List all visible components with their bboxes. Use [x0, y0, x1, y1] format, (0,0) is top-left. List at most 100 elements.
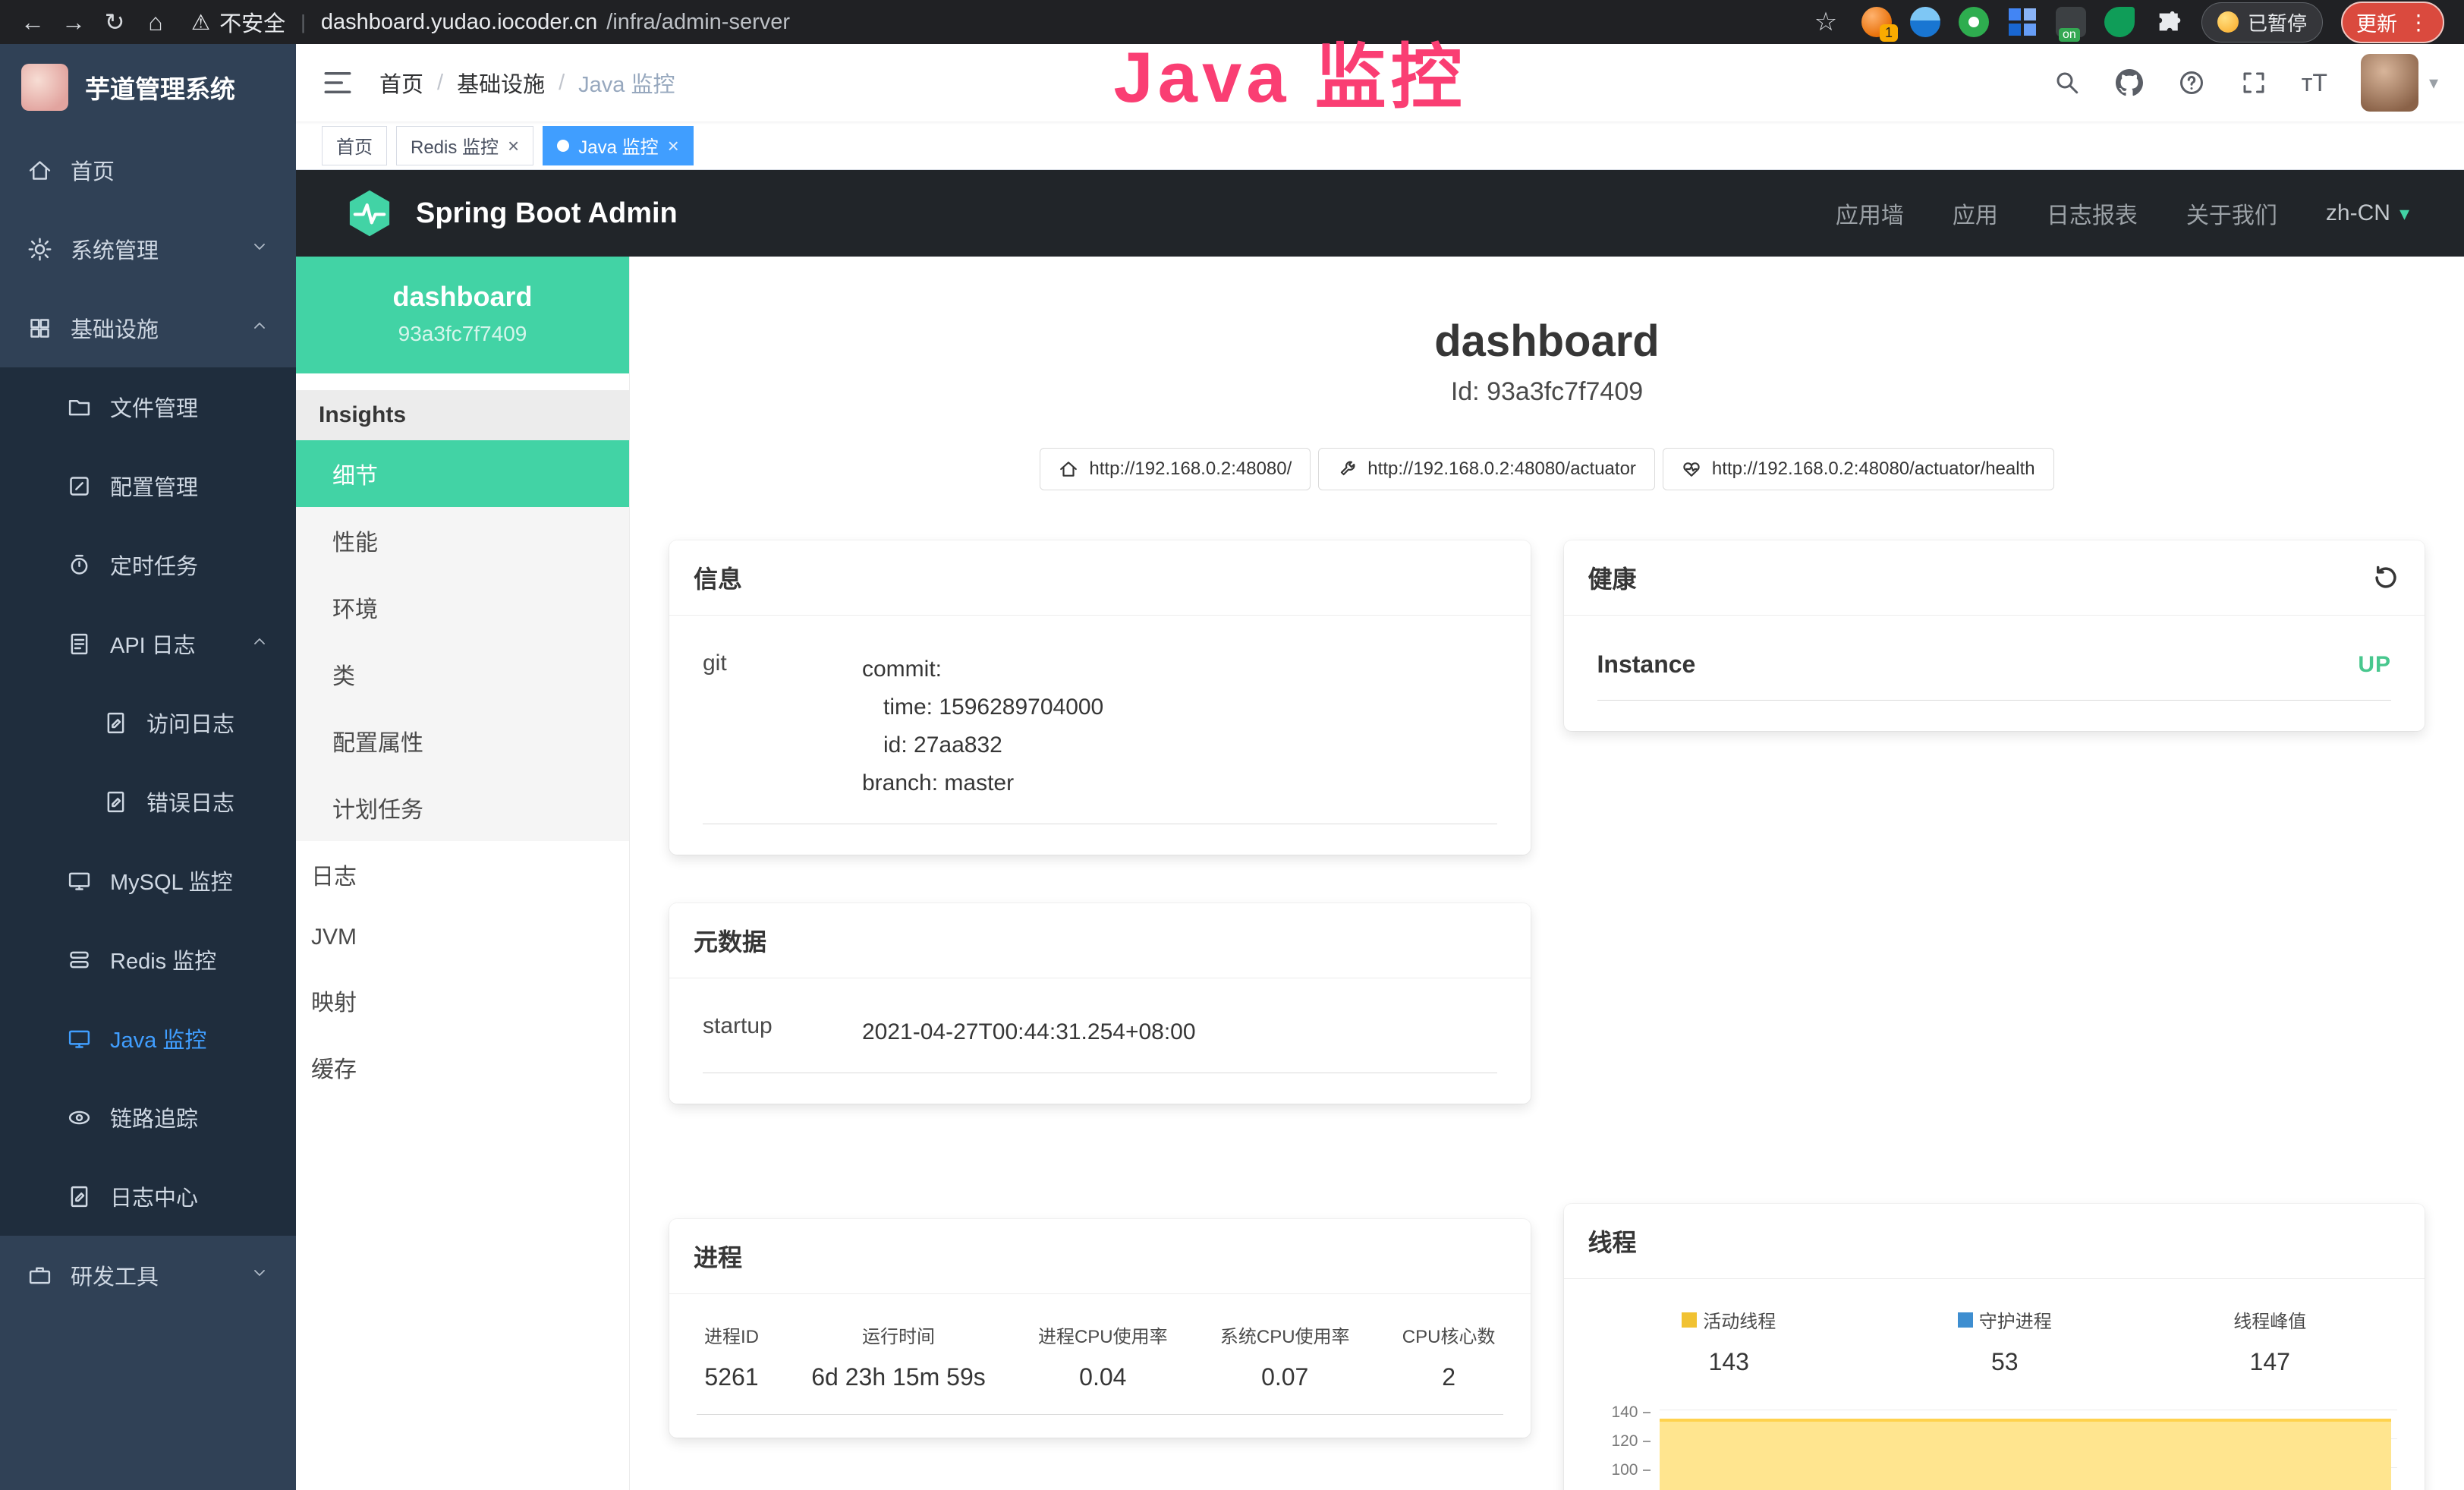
- sidebar-item-error-logs[interactable]: 错误日志: [0, 762, 296, 841]
- sidebar-item-label: Redis 监控: [110, 943, 216, 975]
- process-stats-row: 进程ID 5261 运行时间 6d 23h 15m 59s: [697, 1321, 1503, 1415]
- app-logo-row[interactable]: 芋道管理系统: [0, 44, 296, 131]
- extension-orange-icon[interactable]: 1: [1861, 7, 1892, 37]
- sba-menu-details[interactable]: 细节: [296, 440, 629, 507]
- chevron-down-icon: [250, 237, 269, 262]
- instance-home-link[interactable]: http://192.168.0.2:48080/: [1040, 448, 1311, 490]
- wrench-icon: [1337, 459, 1357, 479]
- stat-value: 0.07: [1220, 1363, 1350, 1391]
- sba-menu-mappings[interactable]: 映射: [296, 967, 629, 1034]
- close-icon[interactable]: ×: [668, 136, 679, 156]
- security-label: 不安全: [219, 6, 285, 38]
- legend-daemon-threads: 守护进程 53: [1958, 1306, 2052, 1376]
- forward-button[interactable]: →: [56, 8, 91, 36]
- folder-icon: [67, 395, 92, 420]
- history-icon[interactable]: [2371, 563, 2400, 592]
- browser-home-button[interactable]: ⌂: [138, 8, 173, 36]
- fullscreen-icon[interactable]: [2239, 68, 2268, 97]
- sidebar-item-label: MySQL 监控: [110, 865, 233, 896]
- sba-nav-about[interactable]: 关于我们: [2186, 197, 2277, 230]
- sidebar-item-infrastructure[interactable]: 基础设施: [0, 288, 296, 367]
- browser-right-cluster: ☆ 1 on 已暂停 更新 ⋮: [1808, 2, 2449, 43]
- url-bar[interactable]: ⚠ 不安全 | dashboard.yudao.iocoder.cn /infr…: [179, 6, 1802, 38]
- sba-content: dashboard Id: 93a3fc7f7409 http://192.16…: [630, 257, 2464, 1490]
- paused-badge[interactable]: 已暂停: [2201, 2, 2323, 43]
- tab-java-monitor[interactable]: Java 监控 ×: [543, 126, 694, 165]
- extension-pin-icon[interactable]: [1910, 7, 1940, 37]
- sba-menu-scheduled-tasks[interactable]: 计划任务: [296, 774, 629, 841]
- tags-bar: 首页 Redis 监控 × Java 监控 ×: [296, 121, 2464, 170]
- sidebar-item-label: 系统管理: [71, 233, 159, 265]
- user-menu[interactable]: ▾: [2361, 54, 2438, 112]
- sba-menu-insights[interactable]: Insights: [296, 390, 629, 440]
- sba-nav-journal[interactable]: 日志报表: [2047, 197, 2138, 230]
- breadcrumb: 首页 / 基础设施 / Java 监控: [379, 67, 675, 99]
- link-label: http://192.168.0.2:48080/: [1089, 458, 1292, 480]
- sidebar-item-scheduled-tasks[interactable]: 定时任务: [0, 525, 296, 604]
- url-divider: |: [301, 11, 306, 34]
- instance-actuator-link[interactable]: http://192.168.0.2:48080/actuator: [1318, 448, 1655, 490]
- sba-nav-applications[interactable]: 应用: [1953, 197, 1998, 230]
- back-button[interactable]: ←: [15, 8, 50, 36]
- sba-nav-wallboard[interactable]: 应用墙: [1836, 197, 1904, 230]
- instance-block[interactable]: dashboard 93a3fc7f7409: [296, 257, 629, 373]
- sidebar-item-java-monitor[interactable]: Java 监控: [0, 999, 296, 1078]
- health-instance-label: Instance: [1597, 650, 1696, 679]
- browser-menu-icon[interactable]: ⋮: [2408, 10, 2429, 35]
- stack-icon: [67, 947, 92, 972]
- bookmark-star-icon[interactable]: ☆: [1808, 7, 1843, 37]
- extension-dark-icon[interactable]: on: [2056, 7, 2086, 37]
- breadcrumb-home[interactable]: 首页: [379, 67, 423, 99]
- metadata-row-startup: startup 2021-04-27T00:44:31.254+08:00: [703, 1013, 1497, 1073]
- extension-leaf-icon[interactable]: [2104, 7, 2135, 37]
- page-title: dashboard: [630, 316, 2464, 367]
- sba-menu-config-props[interactable]: 配置属性: [296, 707, 629, 774]
- health-instance-row[interactable]: Instance UP: [1597, 650, 2392, 701]
- sba-menu-jvm[interactable]: JVM: [296, 908, 629, 967]
- yudao-sidebar: 芋道管理系统 首页 系统管理 基础设施 文件管理 配置管理 定时任务: [0, 44, 296, 1490]
- github-icon[interactable]: [2115, 68, 2144, 97]
- sidebar-item-access-logs[interactable]: 访问日志: [0, 683, 296, 762]
- extension-green-icon[interactable]: [1959, 7, 1989, 37]
- sidebar-item-home[interactable]: 首页: [0, 131, 296, 209]
- stat-label: 进程ID: [704, 1321, 759, 1348]
- tab-label: Redis 监控: [411, 132, 499, 159]
- reload-button[interactable]: ↻: [97, 8, 132, 36]
- font-size-icon[interactable]: тT: [2302, 69, 2327, 97]
- update-button[interactable]: 更新 ⋮: [2341, 2, 2444, 43]
- sidebar-item-dev-tools[interactable]: 研发工具: [0, 1236, 296, 1315]
- active-tab-dot: [557, 140, 569, 152]
- tab-redis-monitor[interactable]: Redis 监控 ×: [396, 126, 533, 165]
- sidebar-item-api-logs[interactable]: API 日志: [0, 604, 296, 683]
- sidebar-item-log-center[interactable]: 日志中心: [0, 1157, 296, 1236]
- sidebar-item-system-mgmt[interactable]: 系统管理: [0, 209, 296, 288]
- sidebar-item-mysql-monitor[interactable]: MySQL 监控: [0, 841, 296, 920]
- process-card-title: 进程: [669, 1219, 1531, 1294]
- sba-menu-classes[interactable]: 类: [296, 641, 629, 707]
- sidebar-item-config-mgmt[interactable]: 配置管理: [0, 446, 296, 525]
- paused-emoji-icon: [2217, 11, 2239, 33]
- help-icon[interactable]: [2177, 68, 2206, 97]
- sidebar-item-trace[interactable]: 链路追踪: [0, 1078, 296, 1157]
- sba-menu-caches[interactable]: 缓存: [296, 1034, 629, 1101]
- extension-grid-icon[interactable]: [2007, 7, 2038, 37]
- tab-home[interactable]: 首页: [322, 126, 387, 165]
- search-icon[interactable]: [2053, 68, 2082, 97]
- extension-badge: 1: [1880, 24, 1898, 42]
- breadcrumb-infrastructure[interactable]: 基础设施: [457, 67, 545, 99]
- sidebar-item-file-mgmt[interactable]: 文件管理: [0, 367, 296, 446]
- close-icon[interactable]: ×: [508, 136, 519, 156]
- extensions-puzzle-icon[interactable]: [2153, 7, 2183, 37]
- sidebar-item-redis-monitor[interactable]: Redis 监控: [0, 920, 296, 999]
- metadata-key: startup: [703, 1013, 862, 1051]
- sba-brand-title[interactable]: Spring Boot Admin: [416, 197, 678, 230]
- sidebar-item-label: 链路追踪: [110, 1101, 198, 1133]
- sba-menu-logs[interactable]: 日志: [296, 841, 629, 908]
- instance-health-link[interactable]: http://192.168.0.2:48080/actuator/health: [1663, 448, 2054, 490]
- sba-menu-environment[interactable]: 环境: [296, 574, 629, 641]
- locale-selector[interactable]: zh-CN ▾: [2326, 200, 2409, 226]
- sba-menu-performance[interactable]: 性能: [296, 507, 629, 574]
- sidebar-toggle-icon[interactable]: [322, 67, 354, 99]
- instance-links: http://192.168.0.2:48080/ http://192.168…: [630, 448, 2464, 490]
- chevron-up-icon: [250, 316, 269, 341]
